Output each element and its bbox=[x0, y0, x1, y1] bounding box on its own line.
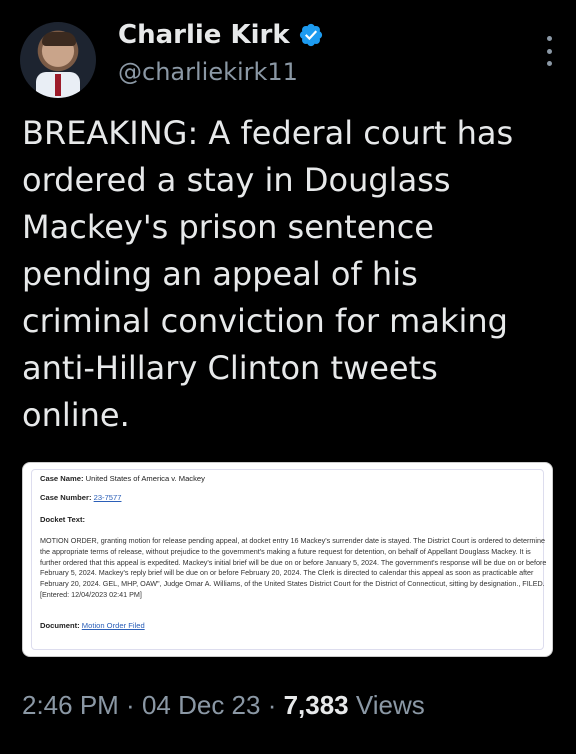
document-frame: Case Name: United States of America v. M… bbox=[31, 469, 546, 650]
tweet-time[interactable]: 2:46 PM bbox=[22, 690, 119, 720]
verified-badge-icon bbox=[299, 23, 322, 47]
case-name-label: Case Name: bbox=[40, 474, 84, 483]
case-number-label: Case Number: bbox=[40, 493, 92, 502]
meta-separator: · bbox=[260, 690, 284, 720]
tweet-text: BREAKING: A federal court has ordered a … bbox=[22, 114, 514, 434]
views-count[interactable]: 7,383 bbox=[284, 690, 349, 720]
docket-text-label: Docket Text: bbox=[40, 515, 86, 524]
document-link[interactable]: Motion Order Filed bbox=[82, 621, 145, 630]
tweet-meta: 2:46 PM · 04 Dec 23 · 7,383 Views bbox=[22, 690, 425, 721]
avatar-hair bbox=[42, 32, 76, 46]
case-number-link[interactable]: 23-7577 bbox=[94, 493, 122, 502]
name-row: Charlie Kirk bbox=[118, 20, 324, 50]
tweet-date[interactable]: 04 Dec 23 bbox=[142, 690, 261, 720]
more-options-icon[interactable] bbox=[544, 36, 554, 66]
avatar-tie bbox=[55, 74, 61, 96]
tweet-header: Charlie Kirk @charliekirk11 bbox=[20, 16, 556, 98]
avatar[interactable] bbox=[20, 22, 96, 98]
case-number-row: Case Number: 23-7577 bbox=[40, 492, 121, 503]
author-name[interactable]: Charlie Kirk bbox=[118, 20, 290, 50]
author-handle[interactable]: @charliekirk11 bbox=[118, 58, 298, 86]
document-row: Document: Motion Order Filed bbox=[40, 620, 145, 631]
case-name-value: United States of America v. Mackey bbox=[85, 474, 205, 483]
meta-separator: · bbox=[118, 690, 142, 720]
docket-text: MOTION ORDER, granting motion for releas… bbox=[40, 536, 547, 599]
document-label: Document: bbox=[40, 621, 80, 630]
case-name-row: Case Name: United States of America v. M… bbox=[40, 473, 205, 484]
attached-document-image[interactable]: Case Name: United States of America v. M… bbox=[22, 462, 553, 657]
views-label: Views bbox=[348, 690, 425, 720]
